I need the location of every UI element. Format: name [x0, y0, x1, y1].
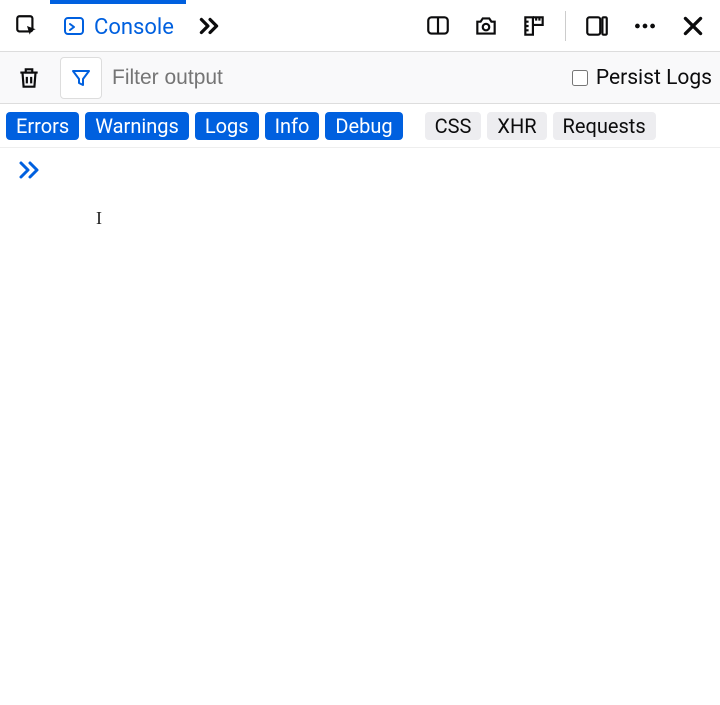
chip-errors[interactable]: Errors [6, 112, 79, 140]
overflow-tabs-icon[interactable] [188, 5, 230, 47]
element-picker-icon[interactable] [6, 5, 48, 47]
chip-requests[interactable]: Requests [553, 112, 656, 140]
chip-debug[interactable]: Debug [325, 112, 402, 140]
chip-info[interactable]: Info [265, 112, 320, 140]
devtools-toolbar: Console [0, 0, 720, 52]
console-icon [62, 14, 86, 42]
close-icon[interactable] [672, 5, 714, 47]
persist-logs-label: Persist Logs [596, 66, 712, 90]
filter-toggle-icon[interactable] [60, 57, 102, 99]
tab-console[interactable]: Console [50, 0, 186, 52]
chip-xhr[interactable]: XHR [487, 112, 546, 140]
toolbar-left: Console [6, 0, 230, 52]
dock-side-icon[interactable] [576, 5, 618, 47]
persist-logs-checkbox[interactable] [572, 70, 588, 86]
kebab-menu-icon[interactable] [624, 5, 666, 47]
toolbar-divider [565, 11, 566, 41]
toolbar-right [417, 5, 714, 47]
filter-output-input[interactable] [112, 66, 562, 90]
log-level-chips: Errors Warnings Logs Info Debug CSS XHR … [0, 104, 720, 148]
chip-css[interactable]: CSS [425, 112, 482, 140]
persist-logs-toggle[interactable]: Persist Logs [572, 66, 712, 90]
clear-console-icon[interactable] [8, 57, 50, 99]
console-filter-row: Persist Logs [0, 52, 720, 104]
chip-warnings[interactable]: Warnings [85, 112, 189, 140]
responsive-design-icon[interactable] [417, 5, 459, 47]
tab-console-label: Console [94, 15, 174, 40]
console-prompt-icon [16, 160, 42, 184]
screenshot-icon[interactable] [465, 5, 507, 47]
rulers-icon[interactable] [513, 5, 555, 47]
console-output[interactable]: I [0, 148, 720, 705]
text-cursor-icon: I [96, 208, 102, 229]
chip-logs[interactable]: Logs [195, 112, 259, 140]
